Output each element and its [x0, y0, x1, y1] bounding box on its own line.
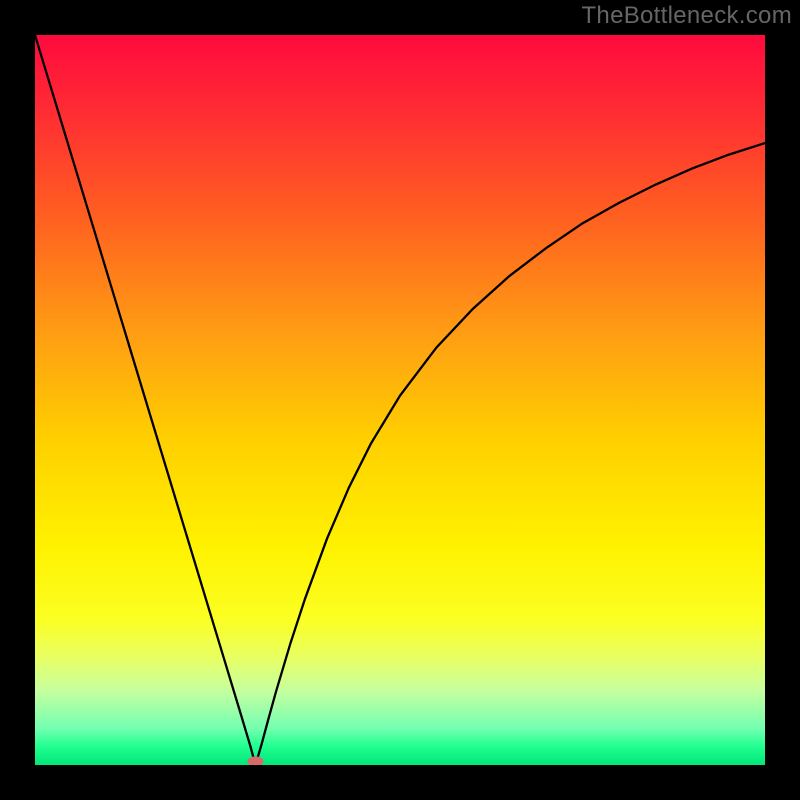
bottleneck-curve	[35, 35, 765, 765]
chart-frame: TheBottleneck.com	[0, 0, 800, 800]
plot-area	[35, 35, 765, 765]
minimum-marker	[247, 756, 263, 765]
watermark-text: TheBottleneck.com	[581, 2, 792, 30]
curve-layer	[35, 35, 765, 765]
